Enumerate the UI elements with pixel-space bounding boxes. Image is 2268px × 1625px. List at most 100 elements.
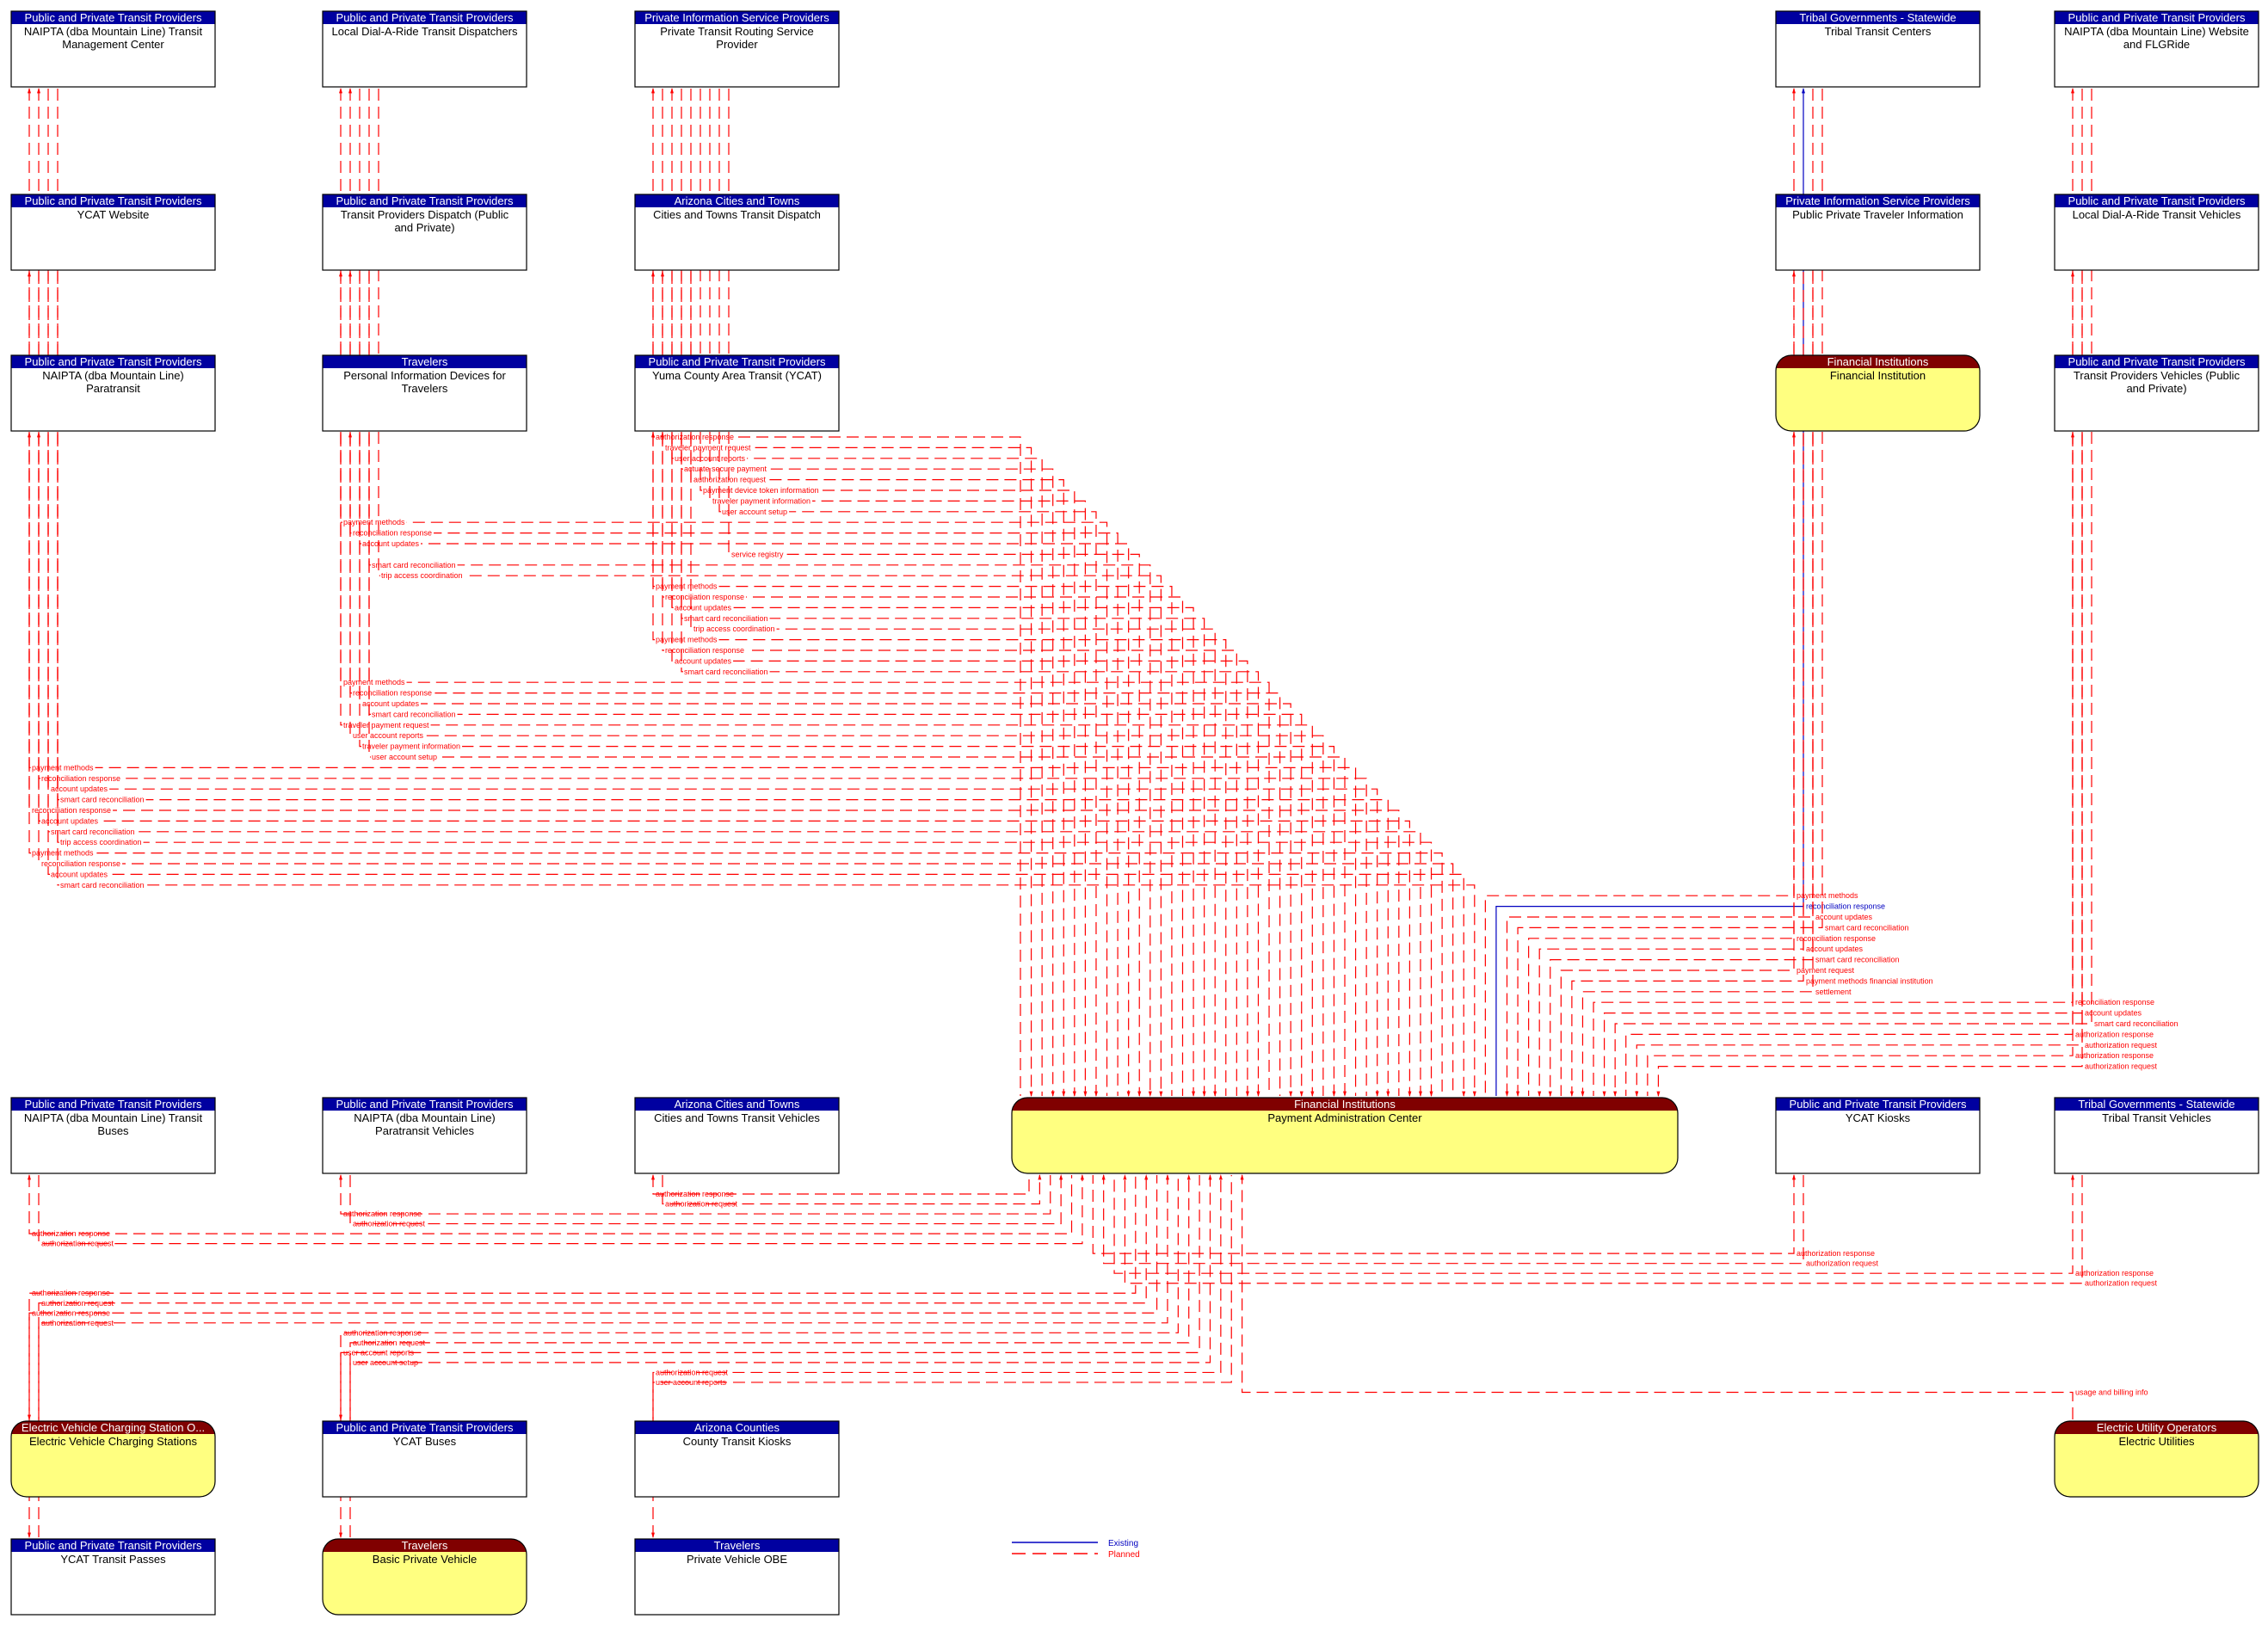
node-naipta-bus[interactable]: Public and Private Transit ProvidersNAIP… (10, 1097, 216, 1174)
node-ppti[interactable]: Private Information Service ProvidersPub… (1775, 194, 1981, 271)
flow-label: user account reports (343, 1348, 415, 1357)
flow-arrowhead (1581, 1091, 1585, 1097)
node-ldar-disp[interactable]: Public and Private Transit ProvidersLoca… (322, 10, 527, 88)
flow-label: user account reports (353, 731, 424, 740)
node-ct-veh[interactable]: Arizona Cities and TownsCities and Towns… (634, 1097, 840, 1174)
flow-arrowhead (1148, 1091, 1152, 1097)
flow-arrowhead (1635, 1091, 1639, 1097)
node-ycat-pass[interactable]: Public and Private Transit ProvidersYCAT… (10, 1538, 216, 1616)
node-ycat-kiosk[interactable]: Public and Private Transit ProvidersYCAT… (1775, 1097, 1981, 1174)
flow[interactable]: payment request (1560, 432, 1857, 1096)
flow-arrowhead (651, 432, 655, 438)
node-tp-veh[interactable]: Public and Private Transit ProvidersTran… (2054, 354, 2259, 432)
flow-label: reconciliation response (665, 646, 744, 655)
flow-arrowhead (348, 271, 352, 277)
node-tribal-tc[interactable]: Tribal Governments - StatewideTribal Tra… (1775, 10, 1981, 88)
flow[interactable]: traveler payment information (359, 433, 1336, 1097)
flow[interactable]: payment methods (28, 432, 1443, 1096)
flow[interactable]: account updates (671, 433, 1249, 1097)
node-naipta-web[interactable]: Public and Private Transit ProvidersNAIP… (2054, 10, 2259, 88)
node-name: County Transit Kiosks (683, 1435, 792, 1448)
flow-label: authorization request (2085, 1062, 2158, 1071)
flow-label: authorization response (656, 1190, 734, 1198)
flow[interactable]: reconciliation response (37, 432, 1454, 1096)
flow-label: authorization request (41, 1299, 114, 1308)
flow[interactable]: usage and billing info (1240, 1174, 2148, 1419)
node-ct-disp[interactable]: Arizona Cities and TownsCities and Towns… (634, 194, 840, 271)
flow-label: payment methods (32, 763, 94, 772)
flow-line (1113, 1175, 2074, 1274)
flow[interactable]: authorization response (1113, 1174, 2154, 1277)
node-tribal-veh[interactable]: Tribal Governments - StatewideTribal Tra… (2054, 1097, 2259, 1174)
node-category: Public and Private Transit Providers (25, 1539, 202, 1552)
node-naipta-para[interactable]: Public and Private Transit ProvidersNAIP… (10, 354, 216, 432)
flow-line (28, 433, 1443, 1096)
node-pac[interactable]: Financial InstitutionsPayment Administra… (1011, 1097, 1679, 1174)
flow-line (1647, 433, 2074, 1096)
flow-label: payment methods (343, 518, 405, 526)
flow-label: reconciliation response (353, 689, 432, 698)
flow-label: account updates (362, 539, 420, 548)
flow-label: smart card reconciliation (1815, 956, 1900, 964)
flow-label: actuate secure payment (684, 465, 767, 473)
flow-label: payment methods (656, 636, 718, 644)
flow[interactable]: authorization request (1656, 433, 2160, 1097)
flow-line (1242, 1175, 2074, 1419)
node-ycat[interactable]: Public and Private Transit ProvidersYuma… (634, 354, 840, 432)
node-cty-kiosk[interactable]: Arizona CountiesCounty Transit Kiosks (634, 1420, 840, 1498)
flow[interactable]: traveler payment request (340, 433, 1315, 1097)
flow[interactable]: authorization response (28, 1174, 1073, 1238)
flow-arrowhead (1569, 1091, 1574, 1097)
flow[interactable]: account updates (47, 433, 1466, 1097)
node-pv-obe[interactable]: TravelersPrivate Vehicle OBE (634, 1538, 840, 1616)
node-naipta-tmc[interactable]: Public and Private Transit ProvidersNAIP… (10, 10, 216, 88)
node-naipta-pveh[interactable]: Public and Private Transit ProvidersNAIP… (322, 1097, 527, 1174)
flow-arrowhead (670, 88, 674, 94)
flow[interactable]: authorization request (38, 1174, 1084, 1248)
flow-arrowhead (37, 88, 40, 94)
flow[interactable]: smart card reconciliation (57, 433, 1476, 1097)
flow[interactable]: authorization response (28, 1175, 1137, 1420)
flow-arrowhead (1332, 1091, 1336, 1097)
flow-arrowhead (1472, 1091, 1476, 1097)
flow[interactable]: settlement (1581, 433, 1853, 1097)
flow-label: payment device token information (703, 486, 819, 495)
flow-line (681, 433, 1260, 1096)
node-category: Electric Vehicle Charging Station O... (22, 1421, 205, 1434)
node-ycat-bus[interactable]: Public and Private Transit ProvidersYCAT… (322, 1420, 527, 1498)
flow[interactable]: authorization response (339, 1175, 1179, 1420)
node-category: Public and Private Transit Providers (25, 355, 202, 368)
node-elec-util[interactable]: Electric Utility OperatorsElectric Utili… (2054, 1420, 2259, 1498)
flow-arrowhead (1202, 1091, 1206, 1097)
flow-arrowhead (1538, 1091, 1542, 1097)
node-ptrsp[interactable]: Private Information Service ProvidersPri… (634, 10, 840, 88)
flow-arrowhead (1310, 1091, 1315, 1097)
node-pid[interactable]: TravelersPersonal Information Devices fo… (322, 354, 527, 432)
flow-arrowhead (339, 1532, 342, 1538)
node-ycat-web[interactable]: Public and Private Transit ProvidersYCAT… (10, 194, 216, 271)
flow[interactable]: user account reports (348, 432, 1324, 1096)
node-evcs[interactable]: Electric Vehicle Charging Station O...El… (10, 1420, 216, 1498)
flow-arrowhead (28, 1174, 31, 1180)
flow-label: user account setup (372, 753, 437, 761)
flow[interactable]: smart card reconciliation (681, 433, 1260, 1097)
flow-label: authorization request (665, 1200, 738, 1209)
flow-line (1657, 433, 2083, 1096)
flow-label: smart card reconciliation (684, 668, 768, 676)
flow-arrowhead (1299, 1091, 1303, 1097)
node-ldar-veh[interactable]: Public and Private Transit ProvidersLoca… (2054, 194, 2259, 271)
flow[interactable]: payment methods financial institution (1569, 433, 1935, 1097)
node-fin-inst[interactable]: Financial InstitutionsFinancial Institut… (1775, 354, 1981, 432)
flow[interactable]: authorization request (38, 1174, 1149, 1419)
node-bpv[interactable]: TravelersBasic Private Vehicle (322, 1538, 527, 1616)
flow-arrowhead (1792, 1174, 1796, 1180)
flow[interactable]: authorization request (1123, 1174, 2158, 1288)
flow[interactable]: authorization response (1647, 432, 2156, 1096)
node-category: Tribal Governments - Statewide (1799, 11, 1956, 24)
flow[interactable]: authorization response (651, 1174, 1030, 1198)
node-tp-disp[interactable]: Public and Private Transit ProvidersTran… (322, 194, 527, 271)
node-name: Yuma County Area Transit (YCAT) (652, 369, 822, 382)
flow-label: authorization response (32, 1308, 110, 1317)
flow-label: account updates (51, 785, 108, 793)
flow[interactable]: user account setup (368, 433, 1347, 1097)
